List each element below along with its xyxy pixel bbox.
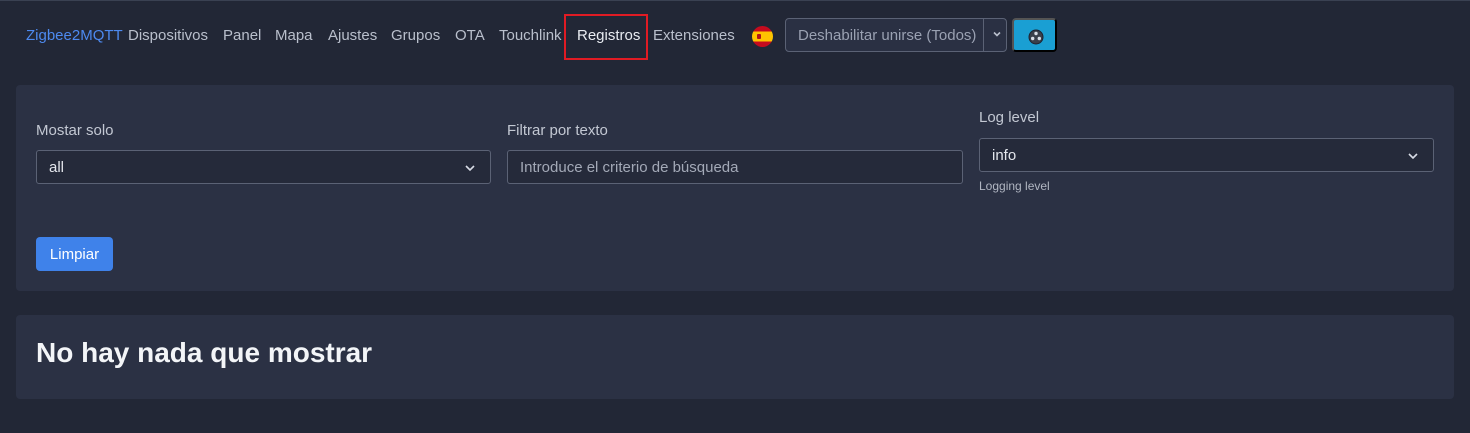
chevron-down-icon: [1408, 153, 1418, 160]
logs-empty-card: No hay nada que mostrar: [16, 315, 1454, 399]
theme-toggle-button[interactable]: [1012, 18, 1057, 52]
log-level-value: info: [992, 147, 1017, 164]
select-divider: [983, 19, 984, 51]
permit-join-select[interactable]: Deshabilitar unirse (Todos): [785, 18, 1007, 52]
log-level-help-text: Logging level: [979, 179, 1050, 193]
log-level-select[interactable]: info: [979, 138, 1434, 172]
show-only-select[interactable]: all: [36, 150, 491, 184]
nav-link-mapa[interactable]: Mapa: [275, 27, 313, 44]
show-only-value: all: [49, 159, 65, 176]
nav-link-ota[interactable]: OTA: [455, 27, 485, 44]
nav-link-panel[interactable]: Panel: [223, 27, 261, 44]
nav-link-ajustes[interactable]: Ajustes: [328, 27, 377, 44]
top-navbar: Zigbee2MQTT Dispositivos Panel Mapa Ajus…: [0, 0, 1470, 70]
clear-button[interactable]: Limpiar: [36, 237, 113, 271]
permit-join-label: Deshabilitar unirse (Todos): [798, 27, 977, 44]
nav-link-grupos[interactable]: Grupos: [391, 27, 440, 44]
chevron-down-icon[interactable]: [991, 28, 1003, 40]
theme-toggle-icon: [1028, 29, 1044, 45]
brand-link[interactable]: Zigbee2MQTT: [26, 27, 123, 44]
show-only-label: Mostar solo: [36, 122, 114, 139]
log-level-label: Log level: [979, 109, 1040, 126]
empty-state-message: No hay nada que mostrar: [36, 337, 373, 368]
nav-link-dispositivos[interactable]: Dispositivos: [128, 27, 208, 44]
filter-text-label: Filtrar por texto: [507, 122, 608, 139]
log-filter-card: Mostar solo all Filtrar por texto Introd…: [16, 85, 1454, 291]
filter-text-input[interactable]: Introduce el criterio de búsqueda: [507, 150, 963, 184]
active-nav-highlight: [564, 14, 648, 60]
nav-link-touchlink[interactable]: Touchlink: [499, 27, 562, 44]
spain-flag-icon[interactable]: [752, 26, 773, 47]
nav-link-extensiones[interactable]: Extensiones: [653, 27, 735, 44]
filter-text-placeholder: Introduce el criterio de búsqueda: [520, 159, 739, 176]
chevron-down-icon: [465, 165, 475, 172]
